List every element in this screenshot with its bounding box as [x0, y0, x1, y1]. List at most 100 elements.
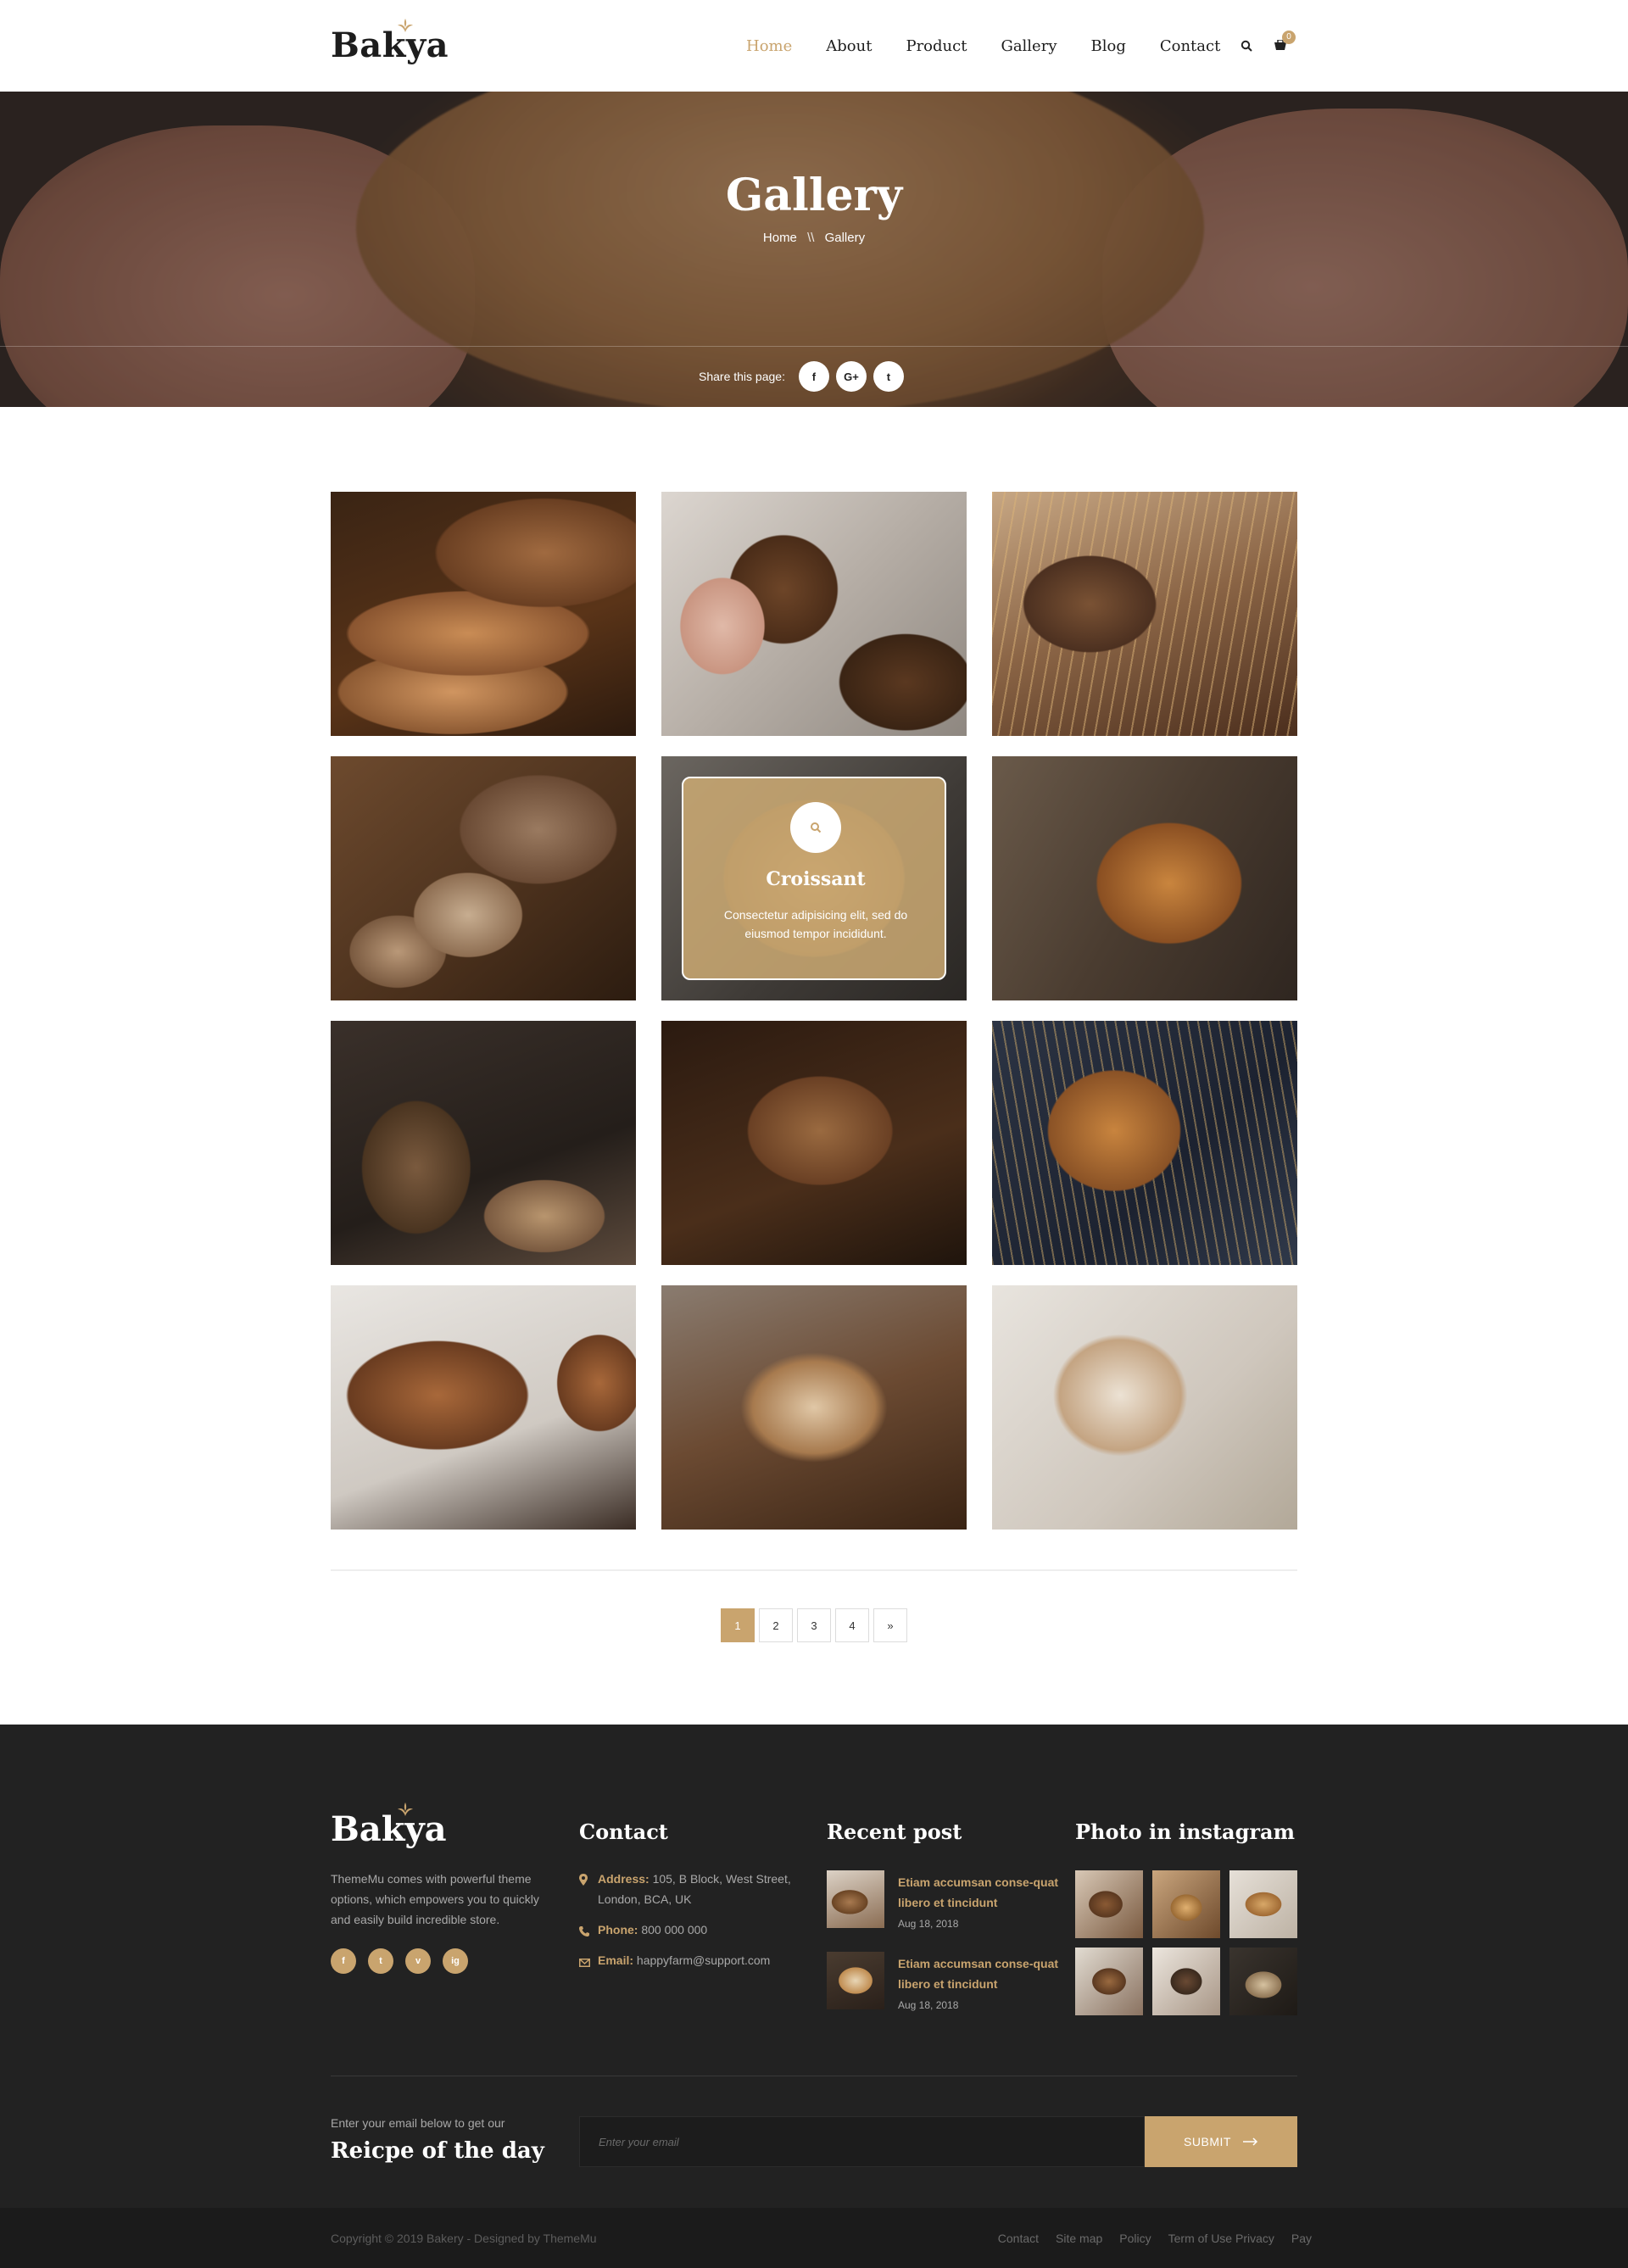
instagram-icon[interactable]: ig	[443, 1948, 468, 1974]
gallery-item[interactable]	[992, 756, 1297, 1000]
twitter-share-icon[interactable]: t	[873, 361, 904, 392]
gallery-item[interactable]: Croissant Consectetur adipisicing elit, …	[661, 756, 967, 1000]
contact-email: Email: happyfarm@support.com	[579, 1950, 817, 1970]
nav-home[interactable]: Home	[746, 37, 792, 55]
footer-link-pay[interactable]: Pay	[1291, 2232, 1312, 2245]
email-value[interactable]: happyfarm@support.com	[637, 1953, 770, 1967]
recent-post-thumb[interactable]	[827, 1952, 884, 2009]
twitter-icon[interactable]: t	[368, 1948, 393, 1974]
page-3-button[interactable]: 3	[797, 1608, 831, 1642]
vimeo-icon[interactable]: v	[405, 1948, 431, 1974]
instagram-photo[interactable]	[1229, 1870, 1297, 1938]
breadcrumb-home[interactable]: Home	[763, 231, 797, 245]
instagram-photo[interactable]	[1152, 1870, 1220, 1938]
newsletter-submit-button[interactable]: SUBMIT	[1145, 2116, 1297, 2167]
gallery-hover-overlay[interactable]: Croissant Consectetur adipisicing elit, …	[682, 777, 946, 980]
gallery-item[interactable]	[992, 492, 1297, 736]
nav-product[interactable]: Product	[906, 37, 967, 55]
footer-links: Contact Site map Policy Term of Use Priv…	[998, 2232, 1312, 2245]
loaf-with-knife-photo	[992, 1285, 1297, 1530]
nav-about[interactable]: About	[826, 37, 872, 55]
cart-icon[interactable]: 0	[1272, 31, 1296, 54]
footer-link-policy[interactable]: Policy	[1119, 2232, 1151, 2245]
zoom-search-icon[interactable]	[790, 802, 841, 853]
instagram-photo[interactable]	[1229, 1948, 1297, 2015]
gallery-divider	[331, 1569, 1297, 1571]
main-nav: Home About Product Gallery Blog Contact	[746, 37, 1254, 55]
gallery-item[interactable]	[331, 492, 636, 736]
email-label: Email:	[598, 1953, 634, 1967]
page-hero: Gallery Home \\ Gallery Share this page:…	[0, 92, 1628, 407]
google-plus-share-icon[interactable]: G+	[835, 361, 867, 392]
map-pin-icon	[579, 1872, 591, 1886]
page-2-button[interactable]: 2	[759, 1608, 793, 1642]
bottom-bar: Copyright © 2019 Bakery - Designed by Th…	[0, 2208, 1628, 2268]
instagram-photo[interactable]	[1152, 1948, 1220, 2015]
cart-count-badge: 0	[1282, 31, 1296, 44]
next-page-button[interactable]: »	[873, 1608, 907, 1642]
contact-address: Address: 105, B Block, West Street, Lond…	[579, 1869, 817, 1909]
recent-post-item[interactable]: Etiam accumsan conse-quat libero et tinc…	[827, 1952, 1059, 2011]
wheat-leaf-icon	[398, 1803, 413, 1816]
share-bar: Share this page: f G+ t	[699, 361, 904, 392]
search-icon[interactable]	[1238, 37, 1255, 54]
recent-post-title[interactable]: Etiam accumsan conse-quat libero et tinc…	[898, 1953, 1059, 1994]
breadcrumb-separator: \\	[807, 231, 815, 245]
bread-slices-board-photo	[331, 756, 636, 1000]
gallery-item[interactable]	[992, 1021, 1297, 1265]
scored-loaf-board-photo	[661, 1285, 967, 1530]
phone-icon	[579, 1923, 591, 1936]
gallery-item[interactable]	[661, 1285, 967, 1530]
newsletter-title: Reicpe of the day	[331, 2138, 544, 2164]
gallery-item[interactable]	[331, 1285, 636, 1530]
page-title: Gallery	[725, 170, 903, 221]
gallery-item[interactable]	[992, 1285, 1297, 1530]
loaf-wheat-dark-wood-photo	[992, 1021, 1297, 1265]
breadcrumb: Home \\ Gallery	[0, 231, 1628, 245]
envelope-icon	[579, 1953, 591, 1967]
recent-post-item[interactable]: Etiam accumsan conse-quat libero et tinc…	[827, 1870, 1059, 1930]
footer-logo[interactable]: Bakya	[331, 1803, 447, 1849]
hero-divider	[0, 346, 1628, 347]
footer-logo-text: Bakya	[331, 1809, 447, 1849]
gallery-item[interactable]	[661, 1021, 967, 1265]
gallery-item[interactable]	[661, 492, 967, 736]
page-4-button[interactable]: 4	[835, 1608, 869, 1642]
phone-label: Phone:	[598, 1923, 638, 1936]
loaf-on-board-photo	[661, 1021, 967, 1265]
instagram-photo[interactable]	[1075, 1948, 1143, 2015]
phone-value[interactable]: 800 000 000	[641, 1923, 707, 1936]
recent-post-date: Aug 18, 2018	[898, 1918, 959, 1930]
footer-link-contact[interactable]: Contact	[998, 2232, 1039, 2245]
submit-label: SUBMIT	[1184, 2135, 1231, 2148]
seeded-loaf-photo	[331, 1021, 636, 1265]
logo[interactable]: Bakya	[331, 19, 449, 65]
header-icons: 0	[1238, 31, 1296, 54]
recent-post-thumb[interactable]	[827, 1870, 884, 1928]
nav-blog[interactable]: Blog	[1091, 37, 1126, 55]
gallery-item[interactable]	[331, 756, 636, 1000]
instagram-photo[interactable]	[1075, 1870, 1143, 1938]
gallery-item[interactable]	[331, 1021, 636, 1265]
rustic-loaf-wheat-photo	[992, 492, 1297, 736]
newsletter-email-input[interactable]	[579, 2116, 1145, 2167]
site-header: Bakya Home About Product Gallery Blog Co…	[0, 0, 1628, 92]
arrow-right-icon	[1242, 2137, 1257, 2146]
recent-post-heading: Recent post	[827, 1819, 962, 1844]
facebook-icon[interactable]: f	[331, 1948, 356, 1974]
page-1-button[interactable]: 1	[721, 1608, 755, 1642]
pagination: 1 2 3 4 »	[721, 1608, 907, 1642]
logo-text: Bakya	[331, 25, 449, 65]
footer-about-text: ThemeMu comes with powerful theme option…	[331, 1872, 539, 1926]
recent-post-title[interactable]: Etiam accumsan conse-quat libero et tinc…	[898, 1872, 1059, 1913]
cutting-bread-photo	[661, 492, 967, 736]
nav-contact[interactable]: Contact	[1160, 37, 1220, 55]
round-loaf-photo	[992, 756, 1297, 1000]
footer-link-terms[interactable]: Term of Use Privacy	[1168, 2232, 1274, 2245]
nav-gallery[interactable]: Gallery	[1001, 37, 1057, 55]
newsletter-subtitle: Enter your email below to get our	[331, 2116, 505, 2130]
facebook-share-icon[interactable]: f	[798, 361, 829, 392]
instagram-heading: Photo in instagram	[1075, 1819, 1295, 1844]
footer-link-sitemap[interactable]: Site map	[1056, 2232, 1102, 2245]
breadcrumb-current: Gallery	[824, 231, 866, 245]
